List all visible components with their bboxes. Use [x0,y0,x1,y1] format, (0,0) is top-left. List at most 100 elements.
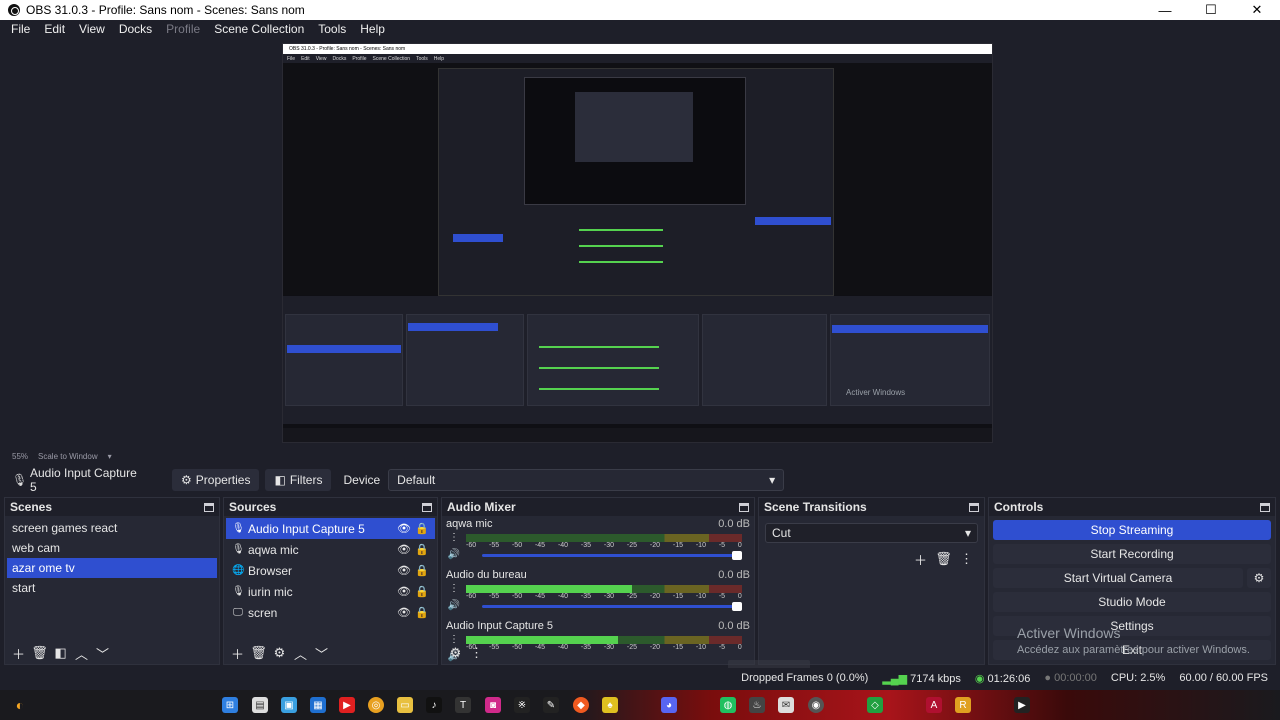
weather-icon[interactable]: ◐ [12,697,28,713]
meter-tick-label: -35 [580,593,592,600]
scene-item[interactable]: screen games react [7,518,217,538]
app-icon[interactable]: ※ [514,697,530,713]
search-icon[interactable]: ▤ [252,697,268,713]
undock-icon[interactable] [739,502,749,512]
kebab-menu-icon[interactable]: ⋮ [449,532,459,543]
lock-icon[interactable]: 🔒 [415,522,429,535]
capcut-icon[interactable]: ✎ [543,697,559,713]
brave-icon[interactable]: ◆ [573,697,589,713]
stop-streaming-button[interactable]: Stop Streaming [993,520,1271,540]
menu-view[interactable]: View [72,22,112,36]
kebab-menu-icon[interactable]: ⋮ [449,583,459,594]
app-icon[interactable]: ◇ [867,697,883,713]
minimize-button[interactable]: — [1142,0,1188,20]
trash-icon[interactable]: 🗑 [934,550,953,568]
mic-icon: 🎙 [232,544,245,555]
store-icon[interactable]: ▦ [310,697,326,713]
filters-button[interactable]: ◧ Filters [265,469,332,491]
source-item[interactable]: 🎙 aqwa mic 👁 🔒 [226,539,435,560]
add-icon[interactable]: ＋ [9,644,28,662]
undock-icon[interactable] [422,502,432,512]
volume-slider[interactable] [482,602,742,611]
nested-meter [579,229,663,231]
eye-icon[interactable]: 👁 [397,522,411,535]
kebab-menu-icon[interactable]: ⋮ [957,550,976,568]
eye-icon[interactable]: 👁 [397,606,411,619]
filter-icon[interactable]: ◧ [51,644,70,662]
speaker-icon[interactable]: 🔊 [448,600,460,611]
lock-icon[interactable]: 🔒 [415,585,429,598]
kebab-menu-icon[interactable]: ⋮ [467,644,486,662]
eye-icon[interactable]: 👁 [397,585,411,598]
app-icon[interactable]: A [926,697,942,713]
speaker-icon[interactable]: 🔊 [448,549,460,560]
menu-profile[interactable]: Profile [159,22,207,36]
obs-icon[interactable]: ◉ [808,697,824,713]
steam-icon[interactable]: ♨ [749,697,765,713]
volume-slider-handle[interactable] [732,602,742,611]
source-item[interactable]: 🎙 iurin mic 👁 🔒 [226,581,435,602]
transition-select[interactable]: Cut ▾ [765,523,978,543]
source-item-selected[interactable]: 🎙 Audio Input Capture 5 👁 🔒 [226,518,435,539]
whatsapp-icon[interactable]: ◍ [720,697,736,713]
eye-icon[interactable]: 👁 [397,543,411,556]
chevron-up-icon[interactable]: ︿ [291,644,310,662]
studio-mode-button[interactable]: Studio Mode [993,592,1271,612]
volume-meter: -60 -55 -50 -45 -40 -35 -30 -25 -20 -15 -10 -5 0 [462,583,750,613]
eye-icon[interactable]: 👁 [397,564,411,577]
undock-icon[interactable] [1260,502,1270,512]
undock-icon[interactable] [969,502,979,512]
start-virtual-camera-button[interactable]: Start Virtual Camera [993,568,1243,588]
app-icon[interactable]: R [955,697,971,713]
menu-file[interactable]: File [4,22,37,36]
source-item[interactable]: 🖵 scren 👁 🔒 [226,602,435,623]
properties-button[interactable]: ⚙ Properties [172,469,260,491]
chevron-down-icon[interactable]: ﹀ [93,644,112,662]
menu-docks[interactable]: Docks [112,22,159,36]
menu-scene-collection[interactable]: Scene Collection [207,22,311,36]
youtube-icon[interactable]: ▶ [339,697,355,713]
scene-item-selected[interactable]: azar ome tv [7,558,217,578]
chrome-icon[interactable]: ◎ [368,697,384,713]
add-icon[interactable]: ＋ [911,550,930,568]
undock-icon[interactable] [204,502,214,512]
device-select[interactable]: Default ▾ [388,469,785,491]
app-icon[interactable]: ♠ [602,697,618,713]
folder-icon[interactable]: ▭ [397,697,413,713]
app-icon[interactable]: T [455,697,471,713]
close-button[interactable]: ✕ [1234,0,1280,20]
photos-icon[interactable]: ▣ [281,697,297,713]
lock-icon[interactable]: 🔒 [415,564,429,577]
chevron-down-icon[interactable]: ﹀ [312,644,331,662]
instagram-icon[interactable]: ◙ [485,697,501,713]
maximize-button[interactable]: ☐ [1188,0,1234,20]
advanced-audio-icon[interactable]: ⚙ [446,644,465,662]
dropped-frames: Dropped Frames 0 (0.0%) [741,672,869,684]
start-recording-button[interactable]: Start Recording [993,544,1271,564]
volume-slider-handle[interactable] [732,551,742,560]
lock-icon[interactable]: 🔒 [415,606,429,619]
menu-tools[interactable]: Tools [311,22,353,36]
add-icon[interactable]: ＋ [228,644,247,662]
volume-slider[interactable] [482,551,742,560]
sources-dock: Sources 🎙 Audio Input Capture 5 👁 🔒 🎙 aq… [223,497,438,665]
scene-item[interactable]: web cam [7,538,217,558]
chevron-up-icon[interactable]: ︿ [72,644,91,662]
menu-help[interactable]: Help [353,22,392,36]
nested-window [438,68,834,296]
mail-icon[interactable]: ✉ [778,697,794,713]
preview-canvas[interactable]: OBS 31.0.3 - Profile: Sans nom - Scenes:… [282,43,993,443]
lock-icon[interactable]: 🔒 [415,543,429,556]
scale-mode-select[interactable]: Scale to Window [38,452,98,461]
source-item[interactable]: 🌐 Browser 👁 🔒 [226,560,435,581]
gear-icon[interactable]: ⚙ [1247,568,1271,588]
gear-icon[interactable]: ⚙ [270,644,289,662]
scene-item[interactable]: start [7,578,217,598]
menu-edit[interactable]: Edit [37,22,72,36]
trash-icon[interactable]: 🗑 [249,644,268,662]
tiktok-icon[interactable]: ♪ [426,697,442,713]
windows-start-icon[interactable]: ⊞ [222,697,238,713]
media-icon[interactable]: ▶ [1014,697,1030,713]
discord-icon[interactable]: ◕ [661,697,677,713]
trash-icon[interactable]: 🗑 [30,644,49,662]
